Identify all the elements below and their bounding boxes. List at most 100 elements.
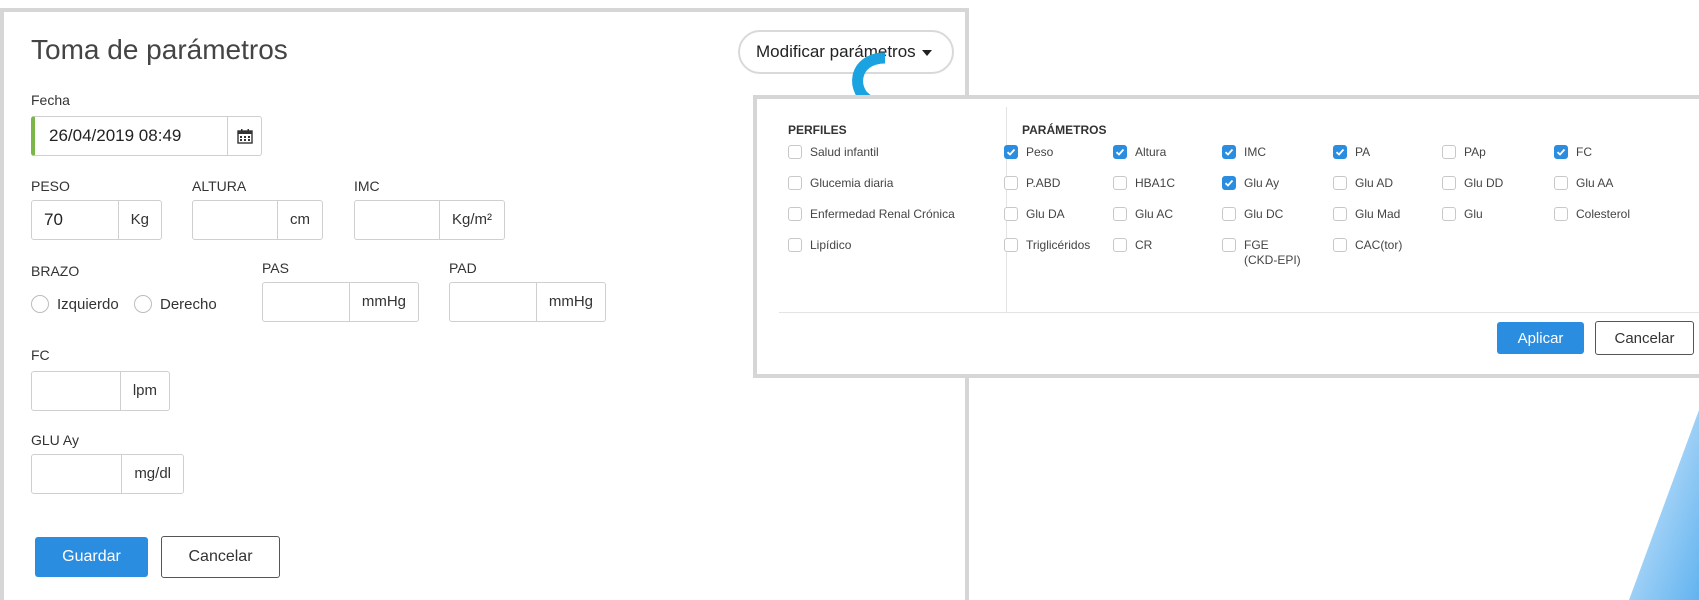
checkbox-glu-dd[interactable]: Glu DD [1442,176,1503,191]
glu-unit: mg/dl [121,455,183,493]
checkbox-cr[interactable]: CR [1113,238,1152,253]
checkbox-empty-icon [1222,238,1236,252]
checkbox-fge[interactable]: FGE (CKD-EPI) [1222,238,1301,268]
checkbox-pap[interactable]: PAp [1442,145,1486,160]
altura-field[interactable]: cm [192,200,323,240]
checkbox-triglicéridos[interactable]: Triglicéridos [1004,238,1090,253]
checkbox-salud-infantil[interactable]: Salud infantil [788,145,879,160]
glu-label: GLU Ay [31,432,79,448]
checkbox-empty-icon [1004,176,1018,190]
checkbox-hba1c[interactable]: HBA1C [1113,176,1175,191]
checkbox-empty-icon [788,176,802,190]
fc-field[interactable]: lpm [31,371,170,411]
checkbox-glu[interactable]: Glu [1442,207,1483,222]
checkbox-altura[interactable]: Altura [1113,145,1166,160]
peso-unit: Kg [117,201,161,239]
pas-unit: mmHg [348,283,418,321]
pas-label: PAS [262,260,289,276]
checkbox-pa[interactable]: PA [1333,145,1370,160]
checkbox-label: FGE [1244,238,1269,252]
checkbox-label: Triglicéridos [1026,238,1091,252]
checkbox-empty-icon [1113,176,1127,190]
radio-circle-icon [31,295,49,313]
checkbox-label: Lipídico [810,238,852,252]
radio-izquierdo[interactable]: Izquierdo [31,295,119,313]
checkbox-label: CR [1135,238,1153,252]
checkbox-checked-icon [1554,145,1568,159]
fc-value [32,372,120,410]
checkbox-empty-icon [1554,176,1568,190]
checkbox-empty-icon [1113,238,1127,252]
checkbox-glu-dc[interactable]: Glu DC [1222,207,1283,222]
checkbox-label: Glu Mad [1355,207,1401,221]
popup-cancel-button[interactable]: Cancelar [1595,321,1694,355]
checkbox-sublabel: (CKD-EPI) [1244,253,1301,267]
imc-unit: Kg/m² [438,201,504,239]
radio-circle-icon [134,295,152,313]
checkbox-label: Glucemia diaria [810,176,894,190]
checkbox-empty-icon [1554,207,1568,221]
checkbox-glu-ay[interactable]: Glu Ay [1222,176,1279,191]
checkbox-label: Colesterol [1576,207,1631,221]
caret-down-icon [921,49,932,56]
checkbox-glucemia-diaria[interactable]: Glucemia diaria [788,176,893,191]
checkbox-empty-icon [1442,176,1456,190]
checkbox-p-abd[interactable]: P.ABD [1004,176,1060,191]
checkbox-glu-ad[interactable]: Glu AD [1333,176,1393,191]
checkbox-colesterol[interactable]: Colesterol [1554,207,1630,222]
checkbox-cac-tor-[interactable]: CAC(tor) [1333,238,1402,253]
cancel-button[interactable]: Cancelar [161,536,280,578]
checkbox-label: P.ABD [1026,176,1061,190]
glu-value [32,455,121,493]
fc-unit: lpm [119,372,169,410]
calendar-button[interactable] [227,117,261,155]
checkbox-label: Glu DC [1244,207,1284,221]
checkbox-checked-icon [1004,145,1018,159]
imc-value [355,201,439,239]
checkbox-enfermedad-renal-crónica[interactable]: Enfermedad Renal Crónica [788,207,955,222]
checkbox-glu-ac[interactable]: Glu AC [1113,207,1173,222]
checkbox-checked-icon [1333,145,1347,159]
checkbox-label: IMC [1244,145,1266,159]
checkbox-label: Glu DD [1464,176,1504,190]
imc-field[interactable]: Kg/m² [354,200,505,240]
checkbox-empty-icon [788,238,802,252]
checkbox-empty-icon [1004,238,1018,252]
parameters-popup: PERFILES PARÁMETROS Salud infantil Glucem… [753,95,1699,378]
checkbox-empty-icon [1442,145,1456,159]
checkbox-checked-icon [1222,145,1236,159]
checkbox-glu-da[interactable]: Glu DA [1004,207,1065,222]
apply-button[interactable]: Aplicar [1497,322,1584,354]
checkbox-fc[interactable]: FC [1554,145,1592,160]
altura-value [193,201,277,239]
altura-label: ALTURA [192,178,247,194]
pad-field[interactable]: mmHg [449,282,606,322]
checkbox-peso[interactable]: Peso [1004,145,1053,160]
checkbox-empty-icon [788,207,802,221]
pad-label: PAD [449,260,477,276]
checkbox-glu-mad[interactable]: Glu Mad [1333,207,1400,222]
pas-value [263,283,349,321]
pas-field[interactable]: mmHg [262,282,419,322]
checkbox-empty-icon [1113,207,1127,221]
save-button[interactable]: Guardar [35,537,148,577]
checkbox-empty-icon [1333,207,1347,221]
radio-izquierdo-label: Izquierdo [57,295,119,313]
checkbox-label: Altura [1135,145,1167,159]
checkbox-glu-aa[interactable]: Glu AA [1554,176,1613,191]
radio-derecho[interactable]: Derecho [134,295,217,313]
pad-unit: mmHg [535,283,605,321]
checkbox-empty-icon [1333,176,1347,190]
fecha-value: 26/04/2019 08:49 [49,126,182,145]
radio-derecho-label: Derecho [160,295,217,313]
checkbox-imc[interactable]: IMC [1222,145,1266,160]
decorative-wedge [1629,410,1699,600]
fecha-field[interactable]: 26/04/2019 08:49 [31,116,262,156]
checkbox-lipídico[interactable]: Lipídico [788,238,851,253]
glu-field[interactable]: mg/dl [31,454,184,494]
checkbox-empty-icon [1004,207,1018,221]
peso-field[interactable]: 70 Kg [31,200,162,240]
checkbox-label: Glu [1464,207,1483,221]
brazo-label: BRAZO [31,263,80,279]
imc-label: IMC [354,178,380,194]
